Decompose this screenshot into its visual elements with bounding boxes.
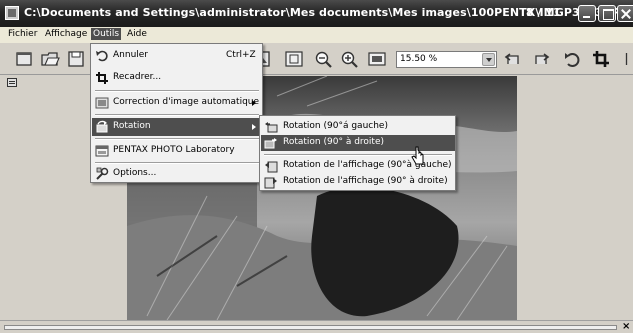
rotate-left-toolbar-icon[interactable] xyxy=(504,50,524,68)
list-icon[interactable] xyxy=(7,78,17,87)
submenu-arrow-icon xyxy=(252,100,256,106)
open-folder-icon[interactable] xyxy=(40,50,60,68)
menu-bar: Fichier Affichage Outils Aide xyxy=(0,27,633,43)
submenu-item-rotate-right[interactable]: Rotation (90° à droite) xyxy=(261,135,455,151)
submenu-arrow-icon xyxy=(252,124,256,130)
tools-menu: Annuler Ctrl+Z Recadrer... Correction d'… xyxy=(90,43,263,183)
rotate-right-icon xyxy=(264,136,278,150)
panel-close-icon[interactable]: × xyxy=(622,321,630,332)
mouse-cursor-icon xyxy=(411,146,425,166)
zoom-value: 15.50 % xyxy=(400,54,438,64)
menu-affichage[interactable]: Affichage xyxy=(43,29,89,39)
minimize-icon[interactable] xyxy=(578,5,596,22)
crop-icon xyxy=(95,71,109,85)
fit-screen-icon[interactable] xyxy=(284,50,304,68)
status-bar: × xyxy=(0,320,633,333)
rotate-left-icon xyxy=(264,120,278,134)
new-window-icon[interactable] xyxy=(14,50,34,68)
actual-size-icon[interactable] xyxy=(367,50,387,68)
zoom-in-icon[interactable] xyxy=(340,50,360,68)
menu-item-rotation[interactable]: Rotation xyxy=(92,118,262,136)
menu-separator xyxy=(95,138,259,140)
auto-correct-icon xyxy=(95,96,109,110)
menu-item-pentax-laboratory[interactable]: PENTAX PHOTO Laboratory xyxy=(92,142,262,160)
rotation-icon xyxy=(95,120,109,134)
maximize-icon[interactable] xyxy=(598,5,616,22)
submenu-item-rotate-view-left[interactable]: Rotation de l'affichage (90°à gauche) xyxy=(261,158,455,174)
menu-item-recadrer[interactable]: Recadrer... xyxy=(92,69,262,87)
submenu-item-rotate-left[interactable]: Rotation (90°á gauche) xyxy=(261,119,455,135)
menu-separator xyxy=(95,114,259,116)
rotate-view-right-icon xyxy=(264,175,278,189)
undo-toolbar-icon[interactable] xyxy=(562,50,582,68)
options-icon xyxy=(95,167,109,181)
laboratory-icon xyxy=(95,144,109,158)
more-toolbar-icon[interactable] xyxy=(620,50,633,68)
menu-separator xyxy=(95,90,259,92)
menu-separator xyxy=(95,162,259,164)
zoom-out-icon[interactable] xyxy=(314,50,334,68)
menu-item-annuler[interactable]: Annuler Ctrl+Z xyxy=(92,47,262,65)
undo-icon xyxy=(95,49,109,63)
menu-fichier[interactable]: Fichier xyxy=(6,29,39,39)
rotate-right-toolbar-icon[interactable] xyxy=(530,50,550,68)
rotate-view-left-icon xyxy=(264,159,278,173)
chevron-down-icon[interactable] xyxy=(482,53,495,66)
rotation-submenu: Rotation (90°á gauche) Rotation (90° à d… xyxy=(259,115,456,191)
app-icon[interactable] xyxy=(5,6,19,20)
save-icon[interactable] xyxy=(66,50,86,68)
menu-item-options[interactable]: Options... xyxy=(92,165,262,183)
close-icon[interactable] xyxy=(617,5,633,22)
horizontal-scrollbar[interactable] xyxy=(4,325,617,330)
title-bar: C:\Documents and Settings\administrator\… xyxy=(0,0,633,27)
image-counter: 8 / 11 xyxy=(526,6,561,19)
submenu-item-rotate-view-right[interactable]: Rotation de l'affichage (90° à droite) xyxy=(261,174,455,190)
zoom-select[interactable]: 15.50 % xyxy=(396,51,497,68)
menu-item-correction-auto[interactable]: Correction d'image automatique xyxy=(92,94,262,112)
menu-outils[interactable]: Outils xyxy=(91,28,122,40)
menu-aide[interactable]: Aide xyxy=(125,29,149,39)
crop-toolbar-icon[interactable] xyxy=(592,50,612,68)
